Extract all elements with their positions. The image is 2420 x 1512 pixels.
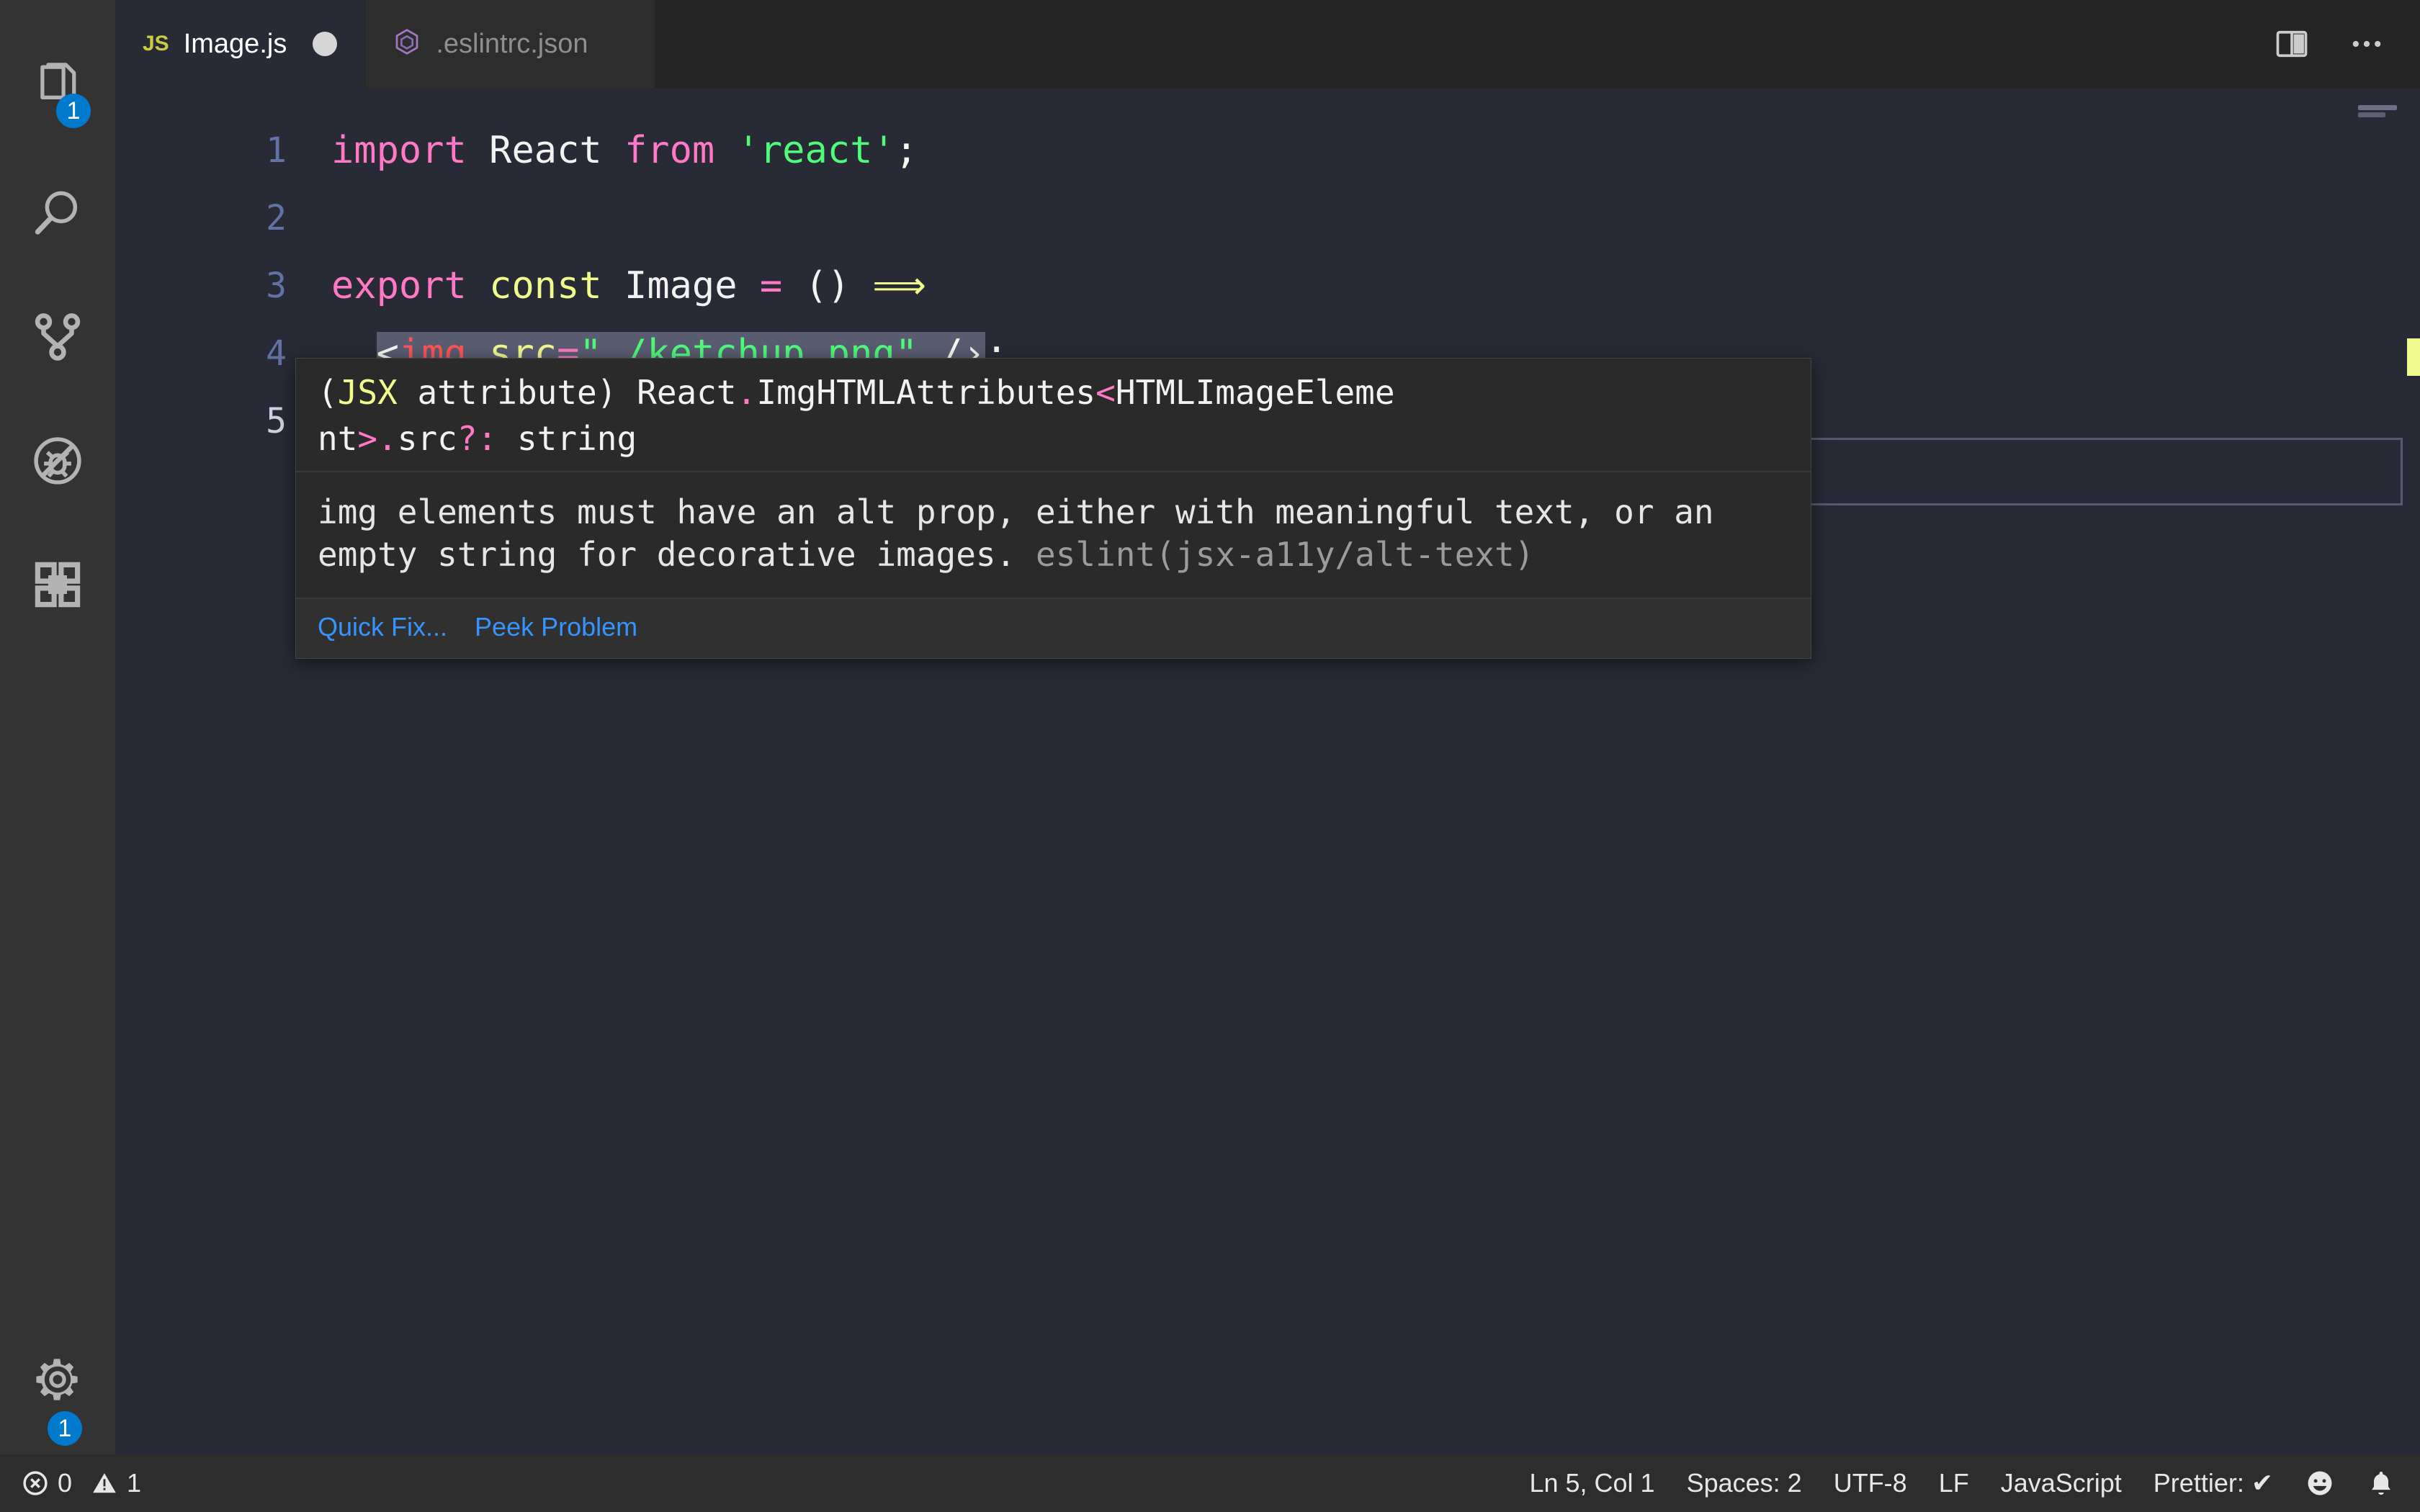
status-language-mode[interactable]: JavaScript: [2001, 1468, 2122, 1498]
bell-icon[interactable]: [2367, 1469, 2396, 1498]
peek-problem-link[interactable]: Peek Problem: [475, 612, 637, 642]
editor-tabs: JS Image.js .eslintrc.json: [115, 0, 2420, 88]
hover-actions: Quick Fix... Peek Problem: [296, 598, 1811, 658]
tab-image-js[interactable]: JS Image.js: [115, 0, 366, 88]
status-problems[interactable]: 0 1: [22, 1468, 141, 1498]
line-number: 2: [266, 198, 287, 238]
search-icon: [35, 191, 78, 235]
warning-triangle-icon: [91, 1470, 118, 1497]
code-editor[interactable]: 1 import React from 'react'; 2 3 export …: [115, 88, 2420, 1454]
editor-group: JS Image.js .eslintrc.json 1 import Reac…: [115, 0, 2420, 1454]
code-line[interactable]: 1 import React from 'react';: [115, 117, 2420, 184]
hover-message: img elements must have an alt prop, eith…: [296, 472, 1811, 599]
code-line[interactable]: 3 export const Image = () ⟹: [115, 252, 2420, 320]
hover-widget[interactable]: (JSX attribute) React.ImgHTMLAttributes<…: [295, 358, 1811, 659]
error-count-value: 0: [58, 1468, 73, 1498]
line-number: 3: [266, 266, 287, 306]
error-circle-icon: [22, 1470, 49, 1497]
dirty-indicator[interactable]: [313, 32, 338, 56]
hover-signature: (JSX attribute) React.ImgHTMLAttributes<…: [296, 359, 1811, 472]
hover-rule-source: eslint(jsx-a11y/alt-text): [1036, 534, 1535, 574]
explorer-badge: 1: [56, 94, 91, 128]
status-bar-right: Ln 5, Col 1 Spaces: 2 UTF-8 LF JavaScrip…: [1529, 1468, 2420, 1498]
debug-alt-icon: [34, 437, 81, 485]
tab-label: .eslintrc.json: [436, 28, 588, 59]
line-number: 1: [266, 130, 287, 171]
status-cursor-position[interactable]: Ln 5, Col 1: [1529, 1468, 1654, 1498]
editor-actions: [2238, 0, 2420, 88]
extensions-icon: [35, 562, 81, 608]
eslint-icon: [393, 27, 421, 60]
activity-bar: 1 1: [0, 0, 115, 1454]
sidebar-item-explorer[interactable]: 1: [0, 27, 115, 151]
status-encoding[interactable]: UTF-8: [1834, 1468, 1907, 1498]
line-content: export const Image = () ⟹: [331, 264, 926, 307]
sidebar-item-manage[interactable]: 1: [0, 1331, 115, 1454]
status-indentation[interactable]: Spaces: 2: [1687, 1468, 1802, 1498]
split-editor-icon[interactable]: [2270, 22, 2313, 66]
line-content: import React from 'react';: [331, 129, 918, 172]
status-eol[interactable]: LF: [1939, 1468, 1969, 1498]
sidebar-item-source-control[interactable]: [0, 275, 115, 399]
tab-eslintrc-json[interactable]: .eslintrc.json: [365, 0, 655, 88]
sidebar-item-run-debug[interactable]: [0, 399, 115, 523]
sidebar-item-search[interactable]: [0, 151, 115, 275]
quick-fix-link[interactable]: Quick Fix...: [318, 612, 447, 642]
warning-count-value: 1: [127, 1468, 142, 1498]
smiley-icon[interactable]: [2305, 1468, 2335, 1498]
source-control-icon: [35, 313, 81, 361]
code-lines: 1 import React from 'react'; 2 3 export …: [115, 88, 2420, 1454]
tabs-empty-space: [655, 0, 2238, 88]
tab-label: Image.js: [183, 28, 287, 59]
status-prettier[interactable]: Prettier: ✔: [2154, 1468, 2273, 1498]
workbench-body: 1 1 JS Image.js .eslintrc.json 1 import …: [0, 0, 2420, 1454]
ellipsis-icon[interactable]: [2345, 22, 2388, 66]
status-bar-left: 0 1: [0, 1468, 141, 1498]
gear-icon: [36, 1359, 78, 1400]
code-line[interactable]: 2: [115, 184, 2420, 252]
status-bar: 0 1 Ln 5, Col 1 Spaces: 2 UTF-8 LF JavaS…: [0, 1454, 2420, 1512]
sidebar-item-extensions[interactable]: [0, 523, 115, 647]
vscode-window: 1 1 JS Image.js .eslintrc.json 1 import …: [0, 0, 2420, 1512]
manage-badge: 1: [48, 1411, 82, 1446]
js-icon: JS: [143, 32, 169, 55]
